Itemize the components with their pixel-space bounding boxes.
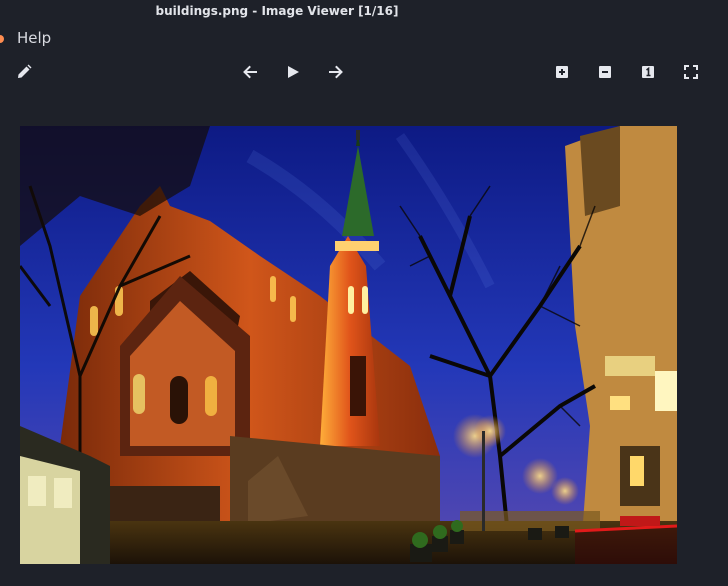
zoom-out-button[interactable] [591, 58, 619, 86]
buildings-photo [20, 126, 677, 564]
window-title: buildings.png - Image Viewer [1/16] [0, 0, 728, 24]
actual-size-button[interactable] [634, 58, 662, 86]
one-square-icon [642, 66, 654, 78]
fullscreen-icon [684, 65, 698, 79]
arrow-right-icon [329, 65, 343, 79]
image-canvas[interactable] [20, 126, 677, 564]
menu-indicator-dot [0, 35, 4, 43]
zoom-in-button[interactable] [548, 58, 576, 86]
fit-to-window-button[interactable] [677, 58, 705, 86]
slideshow-play-button[interactable] [279, 58, 307, 86]
plus-square-icon [556, 66, 568, 78]
minus-square-icon [599, 66, 611, 78]
pencil-icon [18, 64, 32, 78]
next-image-button[interactable] [322, 58, 350, 86]
play-icon [288, 66, 299, 78]
toolbar [0, 58, 728, 86]
window-title-text: buildings.png - Image Viewer [1/16] [155, 4, 399, 18]
arrow-left-icon [243, 65, 257, 79]
menu-item-help[interactable]: Help [17, 29, 51, 47]
previous-image-button[interactable] [236, 58, 264, 86]
edit-button[interactable] [10, 58, 38, 86]
menu-bar: Help [0, 26, 728, 52]
